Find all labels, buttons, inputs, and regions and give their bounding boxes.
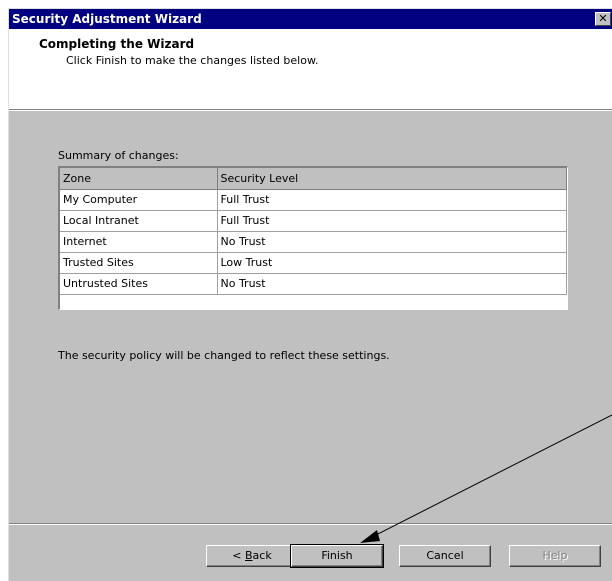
table-row[interactable]: Untrusted Sites No Trust [60, 273, 567, 295]
help-label: Help [542, 549, 568, 562]
zone-cell: Trusted Sites [60, 252, 218, 274]
back-label-mnemonic: B [245, 549, 253, 562]
security-level-cell: No Trust [217, 273, 567, 295]
close-icon: ✕ [598, 12, 608, 25]
column-header-zone[interactable]: Zone [60, 168, 218, 190]
finish-button[interactable]: Finish [290, 544, 384, 568]
title-bar[interactable]: Security Adjustment Wizard ✕ [9, 9, 612, 29]
security-level-cell: No Trust [217, 231, 567, 253]
security-level-cell: Full Trust [217, 210, 567, 232]
help-button: Help [509, 545, 601, 567]
finish-label: Finish [321, 549, 353, 562]
summary-label: Summary of changes: [58, 149, 179, 162]
header-divider [9, 109, 612, 111]
grid-header-row: Zone Security Level [60, 168, 567, 190]
page-title: Completing the Wizard [39, 37, 195, 51]
back-label-prefix: < [232, 549, 245, 562]
zone-cell: Untrusted Sites [60, 273, 218, 295]
column-header-security-level[interactable]: Security Level [217, 168, 567, 190]
table-row[interactable]: Local Intranet Full Trust [60, 210, 567, 232]
wizard-window: Security Adjustment Wizard ✕ Completing … [8, 8, 612, 581]
cancel-label: Cancel [426, 549, 464, 562]
security-level-cell: Low Trust [217, 252, 567, 274]
table-row[interactable]: My Computer Full Trust [60, 189, 567, 211]
window-title: Security Adjustment Wizard [12, 12, 202, 26]
wizard-header: Completing the Wizard Click Finish to ma… [9, 29, 612, 109]
cancel-button[interactable]: Cancel [399, 545, 491, 567]
policy-note: The security policy will be changed to r… [58, 349, 390, 362]
security-level-cell: Full Trust [217, 189, 567, 211]
table-row[interactable]: Trusted Sites Low Trust [60, 252, 567, 274]
back-button[interactable]: < Back [206, 545, 298, 567]
zone-cell: My Computer [60, 189, 218, 211]
page-subtitle: Click Finish to make the changes listed … [66, 54, 319, 67]
back-label-rest: ack [252, 549, 272, 562]
zone-cell: Local Intranet [60, 210, 218, 232]
table-row[interactable]: Internet No Trust [60, 231, 567, 253]
zone-cell: Internet [60, 231, 218, 253]
footer-divider [9, 523, 612, 525]
summary-grid[interactable]: Zone Security Level My Computer Full Tru… [58, 166, 568, 310]
close-button[interactable]: ✕ [595, 12, 611, 26]
